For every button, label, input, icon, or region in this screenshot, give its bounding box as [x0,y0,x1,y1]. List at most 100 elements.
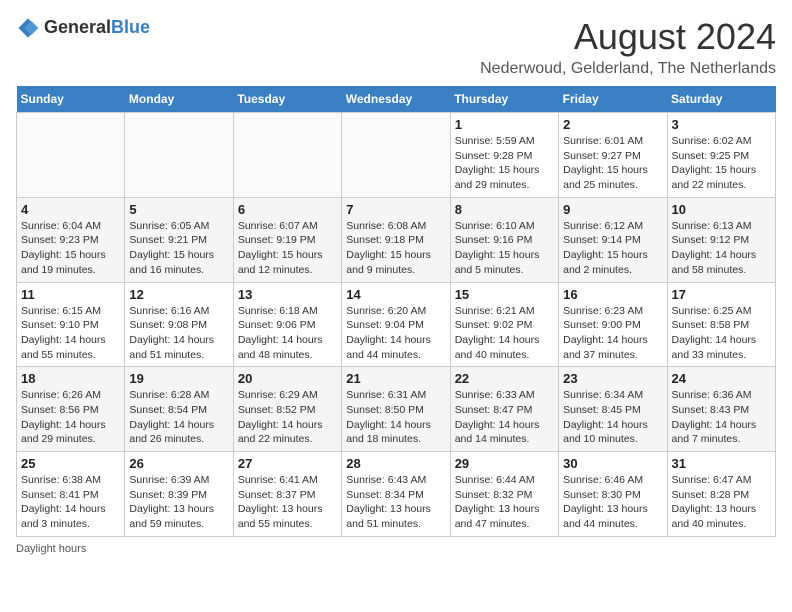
day-of-week-header: Tuesday [233,86,341,113]
day-info: Sunrise: 6:10 AM Sunset: 9:16 PM Dayligh… [455,219,554,278]
day-number: 2 [563,117,662,132]
calendar-cell: 15 Sunrise: 6:21 AM Sunset: 9:02 PM Dayli… [450,282,558,367]
day-info: Sunrise: 6:16 AM Sunset: 9:08 PM Dayligh… [129,304,228,363]
calendar-week-row: 1 Sunrise: 5:59 AM Sunset: 9:28 PM Daylig… [17,113,776,198]
day-of-week-header: Friday [559,86,667,113]
calendar-cell: 25Sunrise: 6:38 AM Sunset: 8:41 PM Dayli… [17,452,125,537]
day-number: 6 [238,202,337,217]
calendar-cell: 22 Sunrise: 6:33 AM Sunset: 8:47 PM Dayli… [450,367,558,452]
day-info: Sunrise: 6:25 AM Sunset: 8:58 PM Dayligh… [672,304,771,363]
calendar-cell: 12Sunrise: 6:16 AM Sunset: 9:08 PM Dayli… [125,282,233,367]
calendar-cell: 16 Sunrise: 6:23 AM Sunset: 9:00 PM Dayli… [559,282,667,367]
day-info: Sunrise: 6:47 AM Sunset: 8:28 PM Dayligh… [672,473,771,532]
calendar-cell: 4Sunrise: 6:04 AM Sunset: 9:23 PM Daylig… [17,197,125,282]
title-area: August 2024 Nederwoud, Gelderland, The N… [480,16,776,78]
day-info: Sunrise: 6:34 AM Sunset: 8:45 PM Dayligh… [563,388,662,447]
calendar-cell [125,113,233,198]
calendar-cell [233,113,341,198]
day-number: 1 [455,117,554,132]
calendar-cell: 6 Sunrise: 6:07 AM Sunset: 9:19 PM Daylig… [233,197,341,282]
day-info: Sunrise: 6:20 AM Sunset: 9:04 PM Dayligh… [346,304,445,363]
day-info: Sunrise: 6:02 AM Sunset: 9:25 PM Dayligh… [672,134,771,193]
calendar-cell: 11Sunrise: 6:15 AM Sunset: 9:10 PM Dayli… [17,282,125,367]
day-number: 29 [455,456,554,471]
day-number: 20 [238,371,337,386]
day-number: 3 [672,117,771,132]
logo-general-text: General [44,18,111,38]
day-info: Sunrise: 6:28 AM Sunset: 8:54 PM Dayligh… [129,388,228,447]
daylight-label: Daylight hours [16,543,86,555]
day-info: Sunrise: 6:08 AM Sunset: 9:18 PM Dayligh… [346,219,445,278]
day-info: Sunrise: 6:15 AM Sunset: 9:10 PM Dayligh… [21,304,120,363]
calendar-cell: 19Sunrise: 6:28 AM Sunset: 8:54 PM Dayli… [125,367,233,452]
logo-icon [16,16,40,40]
day-number: 27 [238,456,337,471]
day-number: 7 [346,202,445,217]
calendar-cell: 26 Sunrise: 6:39 AM Sunset: 8:39 PM Dayli… [125,452,233,537]
logo: General Blue [16,16,150,40]
calendar-cell: 29Sunrise: 6:44 AM Sunset: 8:32 PM Dayli… [450,452,558,537]
day-number: 13 [238,287,337,302]
day-of-week-header: Thursday [450,86,558,113]
day-number: 23 [563,371,662,386]
day-number: 26 [129,456,228,471]
calendar-cell: 3 Sunrise: 6:02 AM Sunset: 9:25 PM Daylig… [667,113,775,198]
day-info: Sunrise: 6:41 AM Sunset: 8:37 PM Dayligh… [238,473,337,532]
day-info: Sunrise: 6:29 AM Sunset: 8:52 PM Dayligh… [238,388,337,447]
day-of-week-header: Saturday [667,86,775,113]
calendar-cell: 8Sunrise: 6:10 AM Sunset: 9:16 PM Daylig… [450,197,558,282]
day-number: 16 [563,287,662,302]
day-info: Sunrise: 6:38 AM Sunset: 8:41 PM Dayligh… [21,473,120,532]
calendar-week-row: 4Sunrise: 6:04 AM Sunset: 9:23 PM Daylig… [17,197,776,282]
day-info: Sunrise: 6:33 AM Sunset: 8:47 PM Dayligh… [455,388,554,447]
calendar-cell [17,113,125,198]
day-number: 4 [21,202,120,217]
calendar-body: 1 Sunrise: 5:59 AM Sunset: 9:28 PM Daylig… [17,113,776,537]
day-number: 9 [563,202,662,217]
calendar-cell: 20 Sunrise: 6:29 AM Sunset: 8:52 PM Dayli… [233,367,341,452]
day-of-week-header: Sunday [17,86,125,113]
day-info: Sunrise: 6:39 AM Sunset: 8:39 PM Dayligh… [129,473,228,532]
logo-blue-text: Blue [111,18,150,38]
day-number: 14 [346,287,445,302]
day-number: 5 [129,202,228,217]
calendar-cell: 17 Sunrise: 6:25 AM Sunset: 8:58 PM Dayli… [667,282,775,367]
calendar-table: SundayMondayTuesdayWednesdayThursdayFrid… [16,86,776,537]
day-info: Sunrise: 6:12 AM Sunset: 9:14 PM Dayligh… [563,219,662,278]
calendar-cell: 27 Sunrise: 6:41 AM Sunset: 8:37 PM Dayli… [233,452,341,537]
subtitle: Nederwoud, Gelderland, The Netherlands [480,60,776,78]
calendar-cell: 2Sunrise: 6:01 AM Sunset: 9:27 PM Daylig… [559,113,667,198]
day-info: Sunrise: 6:46 AM Sunset: 8:30 PM Dayligh… [563,473,662,532]
day-info: Sunrise: 6:07 AM Sunset: 9:19 PM Dayligh… [238,219,337,278]
day-info: Sunrise: 6:21 AM Sunset: 9:02 PM Dayligh… [455,304,554,363]
calendar-cell: 9 Sunrise: 6:12 AM Sunset: 9:14 PM Daylig… [559,197,667,282]
main-title: August 2024 [480,16,776,58]
calendar-cell: 1 Sunrise: 5:59 AM Sunset: 9:28 PM Daylig… [450,113,558,198]
day-info: Sunrise: 5:59 AM Sunset: 9:28 PM Dayligh… [455,134,554,193]
day-number: 15 [455,287,554,302]
calendar-cell: 10Sunrise: 6:13 AM Sunset: 9:12 PM Dayli… [667,197,775,282]
calendar-cell [342,113,450,198]
day-number: 31 [672,456,771,471]
calendar-week-row: 18Sunrise: 6:26 AM Sunset: 8:56 PM Dayli… [17,367,776,452]
day-number: 17 [672,287,771,302]
day-of-week-header: Monday [125,86,233,113]
day-number: 18 [21,371,120,386]
calendar-cell: 30Sunrise: 6:46 AM Sunset: 8:30 PM Dayli… [559,452,667,537]
calendar-cell: 21Sunrise: 6:31 AM Sunset: 8:50 PM Dayli… [342,367,450,452]
day-number: 22 [455,371,554,386]
day-info: Sunrise: 6:36 AM Sunset: 8:43 PM Dayligh… [672,388,771,447]
day-number: 10 [672,202,771,217]
calendar-cell: 24 Sunrise: 6:36 AM Sunset: 8:43 PM Dayli… [667,367,775,452]
day-number: 21 [346,371,445,386]
day-info: Sunrise: 6:43 AM Sunset: 8:34 PM Dayligh… [346,473,445,532]
calendar-cell: 5 Sunrise: 6:05 AM Sunset: 9:21 PM Daylig… [125,197,233,282]
day-info: Sunrise: 6:05 AM Sunset: 9:21 PM Dayligh… [129,219,228,278]
footer: Daylight hours [16,543,776,555]
calendar-cell: 7 Sunrise: 6:08 AM Sunset: 9:18 PM Daylig… [342,197,450,282]
day-number: 24 [672,371,771,386]
header: General Blue August 2024 Nederwoud, Geld… [16,16,776,78]
day-of-week-header: Wednesday [342,86,450,113]
day-info: Sunrise: 6:23 AM Sunset: 9:00 PM Dayligh… [563,304,662,363]
calendar-header-row: SundayMondayTuesdayWednesdayThursdayFrid… [17,86,776,113]
